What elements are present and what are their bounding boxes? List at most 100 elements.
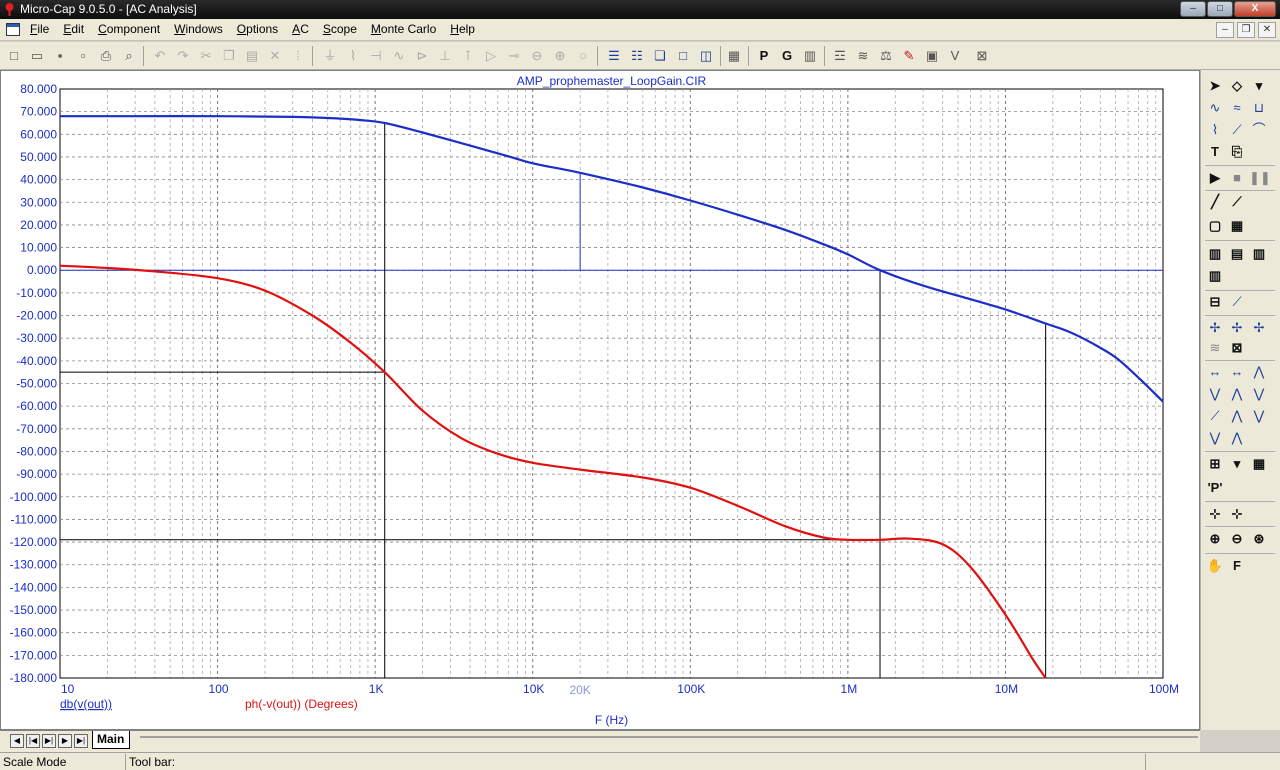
node-icon[interactable]: ⊕	[550, 46, 570, 66]
copy-icon[interactable]: ❐	[219, 46, 239, 66]
slope-tool-icon[interactable]: ⟋	[1227, 120, 1247, 140]
window-icon[interactable]: □	[673, 46, 693, 66]
print-icon[interactable]: ⎙	[96, 46, 116, 66]
top-icon[interactable]: ⋀	[1227, 428, 1247, 448]
battery-icon[interactable]: ⊥	[435, 46, 455, 66]
close-button[interactable]: X	[1234, 1, 1276, 17]
inflection-icon[interactable]: ⋀	[1227, 406, 1247, 426]
select-all-icon[interactable]: ⦙	[288, 46, 308, 66]
microcap-app-icon[interactable]	[3, 2, 16, 17]
cascade-icon[interactable]: ❏	[650, 46, 670, 66]
baseline-icon[interactable]: ⊟	[1205, 292, 1225, 312]
slope-icon[interactable]: ⟋	[1205, 406, 1225, 426]
horizontal-grid-icon[interactable]: ▤	[1227, 244, 1247, 264]
menu-file[interactable]: File	[30, 22, 49, 36]
save-icon[interactable]: ▪	[50, 46, 70, 66]
pan-icon[interactable]: ✋	[1205, 556, 1225, 576]
valley-icon[interactable]: ⋁	[1205, 384, 1225, 404]
next-page-button[interactable]: ▶|	[42, 734, 56, 748]
package-icon[interactable]: ⊞	[1205, 454, 1225, 474]
stop-icon[interactable]: ■	[1227, 168, 1247, 188]
menu-options[interactable]: Options	[237, 22, 278, 36]
analysis-plot-window[interactable]: 80.000 70.000 60.000 50.000 40.000 30.000 20.0…	[0, 70, 1200, 730]
bucket-tool-icon[interactable]: ⊔	[1249, 98, 1269, 118]
delete-icon[interactable]: ✕	[265, 46, 285, 66]
prev-point-icon[interactable]: ↔	[1227, 362, 1247, 382]
high-icon[interactable]: ⋀	[1227, 384, 1247, 404]
menu-scope[interactable]: Scope	[323, 22, 357, 36]
calculator-icon[interactable]: ▦	[724, 46, 744, 66]
zoom-in-icon[interactable]: ⊕	[1205, 529, 1225, 549]
paste-icon[interactable]: ▤	[242, 46, 262, 66]
cursor-mode-alt-icon[interactable]: ⊹	[1227, 504, 1247, 524]
probe-label-icon[interactable]: 'P'	[1205, 478, 1225, 498]
grid-icon[interactable]: G	[777, 46, 797, 66]
zoom-out-icon[interactable]: ⊖	[1227, 529, 1247, 549]
valley-tool-icon[interactable]: ⌒	[1249, 120, 1269, 140]
print-preview-icon[interactable]: ⌕	[119, 46, 139, 66]
font-tool-icon[interactable]: F	[1227, 556, 1247, 576]
line-tool-icon[interactable]: ╱	[1205, 192, 1225, 212]
stepping-icon[interactable]: ≋	[853, 46, 873, 66]
table-icon[interactable]: ▦	[1249, 454, 1269, 474]
opamp-icon[interactable]: ▷	[481, 46, 501, 66]
cursor-both-icon[interactable]: ✢	[1249, 318, 1269, 338]
text-tool-icon[interactable]: T	[1205, 142, 1225, 162]
zoom-fit-icon[interactable]: ⊛	[1249, 529, 1269, 549]
doc-minimize-button[interactable]: –	[1216, 22, 1234, 38]
minor-grid-icon[interactable]: ▥	[1249, 244, 1269, 264]
minimize-button[interactable]: –	[1180, 1, 1206, 17]
menu-edit[interactable]: Edit	[63, 22, 84, 36]
open-file-icon[interactable]: ▭	[27, 46, 47, 66]
cursor-left-icon[interactable]: ✢	[1205, 318, 1225, 338]
plot-icon[interactable]: ▣	[922, 46, 942, 66]
run-icon[interactable]: ▶	[1205, 168, 1225, 188]
wave-tool-icon[interactable]: ≈	[1227, 98, 1247, 118]
cursor-mode-icon[interactable]: ⊹	[1205, 504, 1225, 524]
ac-analysis-chart[interactable]: 80.000 70.000 60.000 50.000 40.000 30.000 20.0…	[1, 71, 1199, 729]
probe-icon[interactable]: ✎	[899, 46, 919, 66]
parameters-icon[interactable]: ☲	[830, 46, 850, 66]
menu-ac[interactable]: AC	[292, 22, 309, 36]
zoom-icon[interactable]: ⊠	[972, 46, 992, 66]
new-file-icon[interactable]: □	[4, 46, 24, 66]
doc-close-button[interactable]: ✕	[1258, 22, 1276, 38]
shape-tool-icon[interactable]: ◇	[1227, 76, 1247, 96]
first-page-button[interactable]: ◀	[10, 734, 24, 748]
frame-icon[interactable]: ▢	[1205, 216, 1225, 236]
palette-dropdown-icon[interactable]: ▾	[1227, 454, 1247, 474]
menu-component[interactable]: Component	[98, 22, 160, 36]
transistor-icon[interactable]: ⊺	[458, 46, 478, 66]
clipboard-icon[interactable]: ⎘	[1227, 142, 1247, 162]
maximize-button[interactable]: □	[1207, 1, 1233, 17]
inductor-icon[interactable]: ∿	[389, 46, 409, 66]
cursor-right-icon[interactable]: ✢	[1227, 318, 1247, 338]
doc-restore-button[interactable]: ❐	[1237, 22, 1255, 38]
pause-icon[interactable]: ❚❚	[1249, 168, 1271, 188]
global-high-icon[interactable]: ⋁	[1205, 428, 1225, 448]
prev-page-button[interactable]: |◀	[26, 734, 40, 748]
resistor-icon[interactable]: ⌇	[343, 46, 363, 66]
capacitor-icon[interactable]: ⊣	[366, 46, 386, 66]
monte-carlo-icon[interactable]: ⚖	[876, 46, 896, 66]
split-window-icon[interactable]: ◫	[696, 46, 716, 66]
last-page-button[interactable]: ▶|	[74, 734, 88, 748]
grid-toggle-icon[interactable]: ▦	[1227, 216, 1247, 236]
ground-icon[interactable]: ⏚	[320, 46, 340, 66]
undo-icon[interactable]: ↶	[150, 46, 170, 66]
horizontal-scrollbar[interactable]	[140, 736, 1198, 738]
menu-windows[interactable]: Windows	[174, 22, 223, 36]
fine-grid-icon[interactable]: ▥	[1205, 266, 1225, 286]
curve-tool-icon[interactable]: ∿	[1205, 98, 1225, 118]
play-page-button[interactable]: ▶	[58, 734, 72, 748]
tile-vertical-icon[interactable]: ☷	[627, 46, 647, 66]
plot-box-icon[interactable]: ⊠	[1227, 338, 1247, 358]
dropdown-arrow-icon[interactable]: ▾	[1249, 76, 1269, 96]
document-icon[interactable]	[6, 23, 20, 36]
tile-horizontal-icon[interactable]: ☰	[604, 46, 624, 66]
next-point-icon[interactable]: ↔	[1205, 362, 1225, 382]
save-all-icon[interactable]: ▫	[73, 46, 93, 66]
peak-tool-icon[interactable]: ⌇	[1205, 120, 1225, 140]
waveform-icon[interactable]: ≋	[1205, 338, 1225, 358]
vertical-grid-icon[interactable]: ▥	[1205, 244, 1225, 264]
